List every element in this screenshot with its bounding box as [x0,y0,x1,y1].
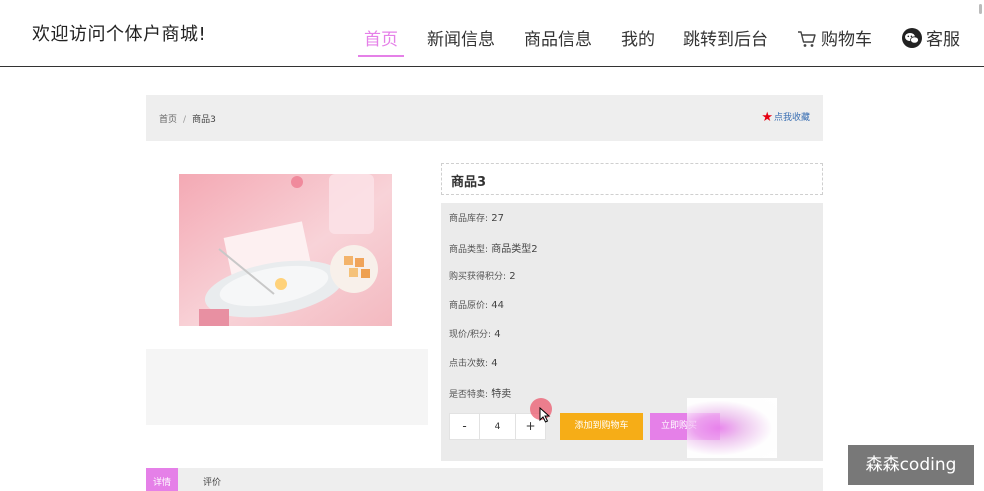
hover-glow [687,398,777,458]
info-current-price: 现价/积分: 4 [449,327,501,340]
scrollbar-thumb[interactable] [979,4,982,14]
quantity-stepper: - + [449,413,546,440]
info-type-key: 商品类型: [449,245,489,255]
quantity-input[interactable] [481,414,514,439]
nav-cart[interactable]: 购物车 [797,25,872,53]
nav-service-label: 客服 [926,30,960,50]
info-points-value: 2 [509,271,516,282]
breadcrumb: 首页 / 商品3 [159,112,216,125]
tab-review[interactable]: 评价 [194,468,230,491]
nav-mine[interactable]: 我的 [621,25,655,50]
info-original-price: 商品原价: 44 [449,298,504,311]
page: 欢迎访问个体户商城! 首页 新闻信息 商品信息 我的 跳转到后台 购物车 客服 … [0,0,984,491]
detail-tabs: 详情 评价 [146,468,823,491]
breadcrumb-home[interactable]: 首页 [159,115,177,125]
info-stock: 商品库存: 27 [449,211,504,224]
info-original-price-key: 商品原价: [449,301,489,311]
nav-service[interactable]: 客服 [902,25,960,53]
mouse-cursor-icon [539,407,551,423]
breadcrumb-separator: / [183,115,187,125]
breadcrumb-current: 商品3 [192,115,216,125]
main-nav: 首页 新闻信息 商品信息 我的 跳转到后台 购物车 客服 [0,25,984,57]
info-stock-key: 商品库存: [449,214,489,224]
thumbnail-panel [146,349,428,425]
info-clicks-value: 4 [491,358,498,369]
info-type-value: 商品类型2 [491,244,538,255]
product-image [179,174,392,326]
nav-products[interactable]: 商品信息 [524,25,592,50]
product-info-panel: 商品库存: 27 商品类型: 商品类型2 购买获得积分: 2 商品原价: 44 … [441,203,823,461]
info-special-key: 是否特卖: [449,390,489,400]
breadcrumb-bar: 首页 / 商品3 ★点我收藏 [146,95,823,141]
favorite-link[interactable]: ★点我收藏 [761,110,810,125]
info-current-price-key: 现价/积分: [449,330,492,340]
info-points-key: 购买获得积分: [449,272,507,282]
nav-cart-label: 购物车 [821,30,872,50]
nav-news[interactable]: 新闻信息 [427,25,495,50]
nav-backend[interactable]: 跳转到后台 [683,25,768,50]
info-stock-value: 27 [491,213,504,224]
quantity-minus-button[interactable]: - [450,414,480,439]
tab-detail[interactable]: 详情 [146,468,178,491]
info-clicks: 点击次数: 4 [449,356,498,369]
info-type: 商品类型: 商品类型2 [449,240,538,255]
wechat-icon [902,28,922,53]
info-original-price-value: 44 [491,300,504,311]
watermark: 森森coding [848,445,974,485]
info-points: 购买获得积分: 2 [449,269,516,282]
cart-icon [797,30,817,53]
info-current-price-value: 4 [494,329,501,340]
top-header: 欢迎访问个体户商城! 首页 新闻信息 商品信息 我的 跳转到后台 购物车 客服 [0,0,984,67]
star-icon: ★ [761,110,773,125]
info-special-value: 特卖 [491,389,512,400]
info-clicks-key: 点击次数: [449,359,489,369]
info-special: 是否特卖: 特卖 [449,385,511,400]
product-title: 商品3 [451,175,487,190]
add-to-cart-button[interactable]: 添加到购物车 [560,413,643,440]
product-title-box: 商品3 [441,163,823,195]
favorite-label: 点我收藏 [773,113,810,123]
nav-home[interactable]: 首页 [358,25,404,57]
